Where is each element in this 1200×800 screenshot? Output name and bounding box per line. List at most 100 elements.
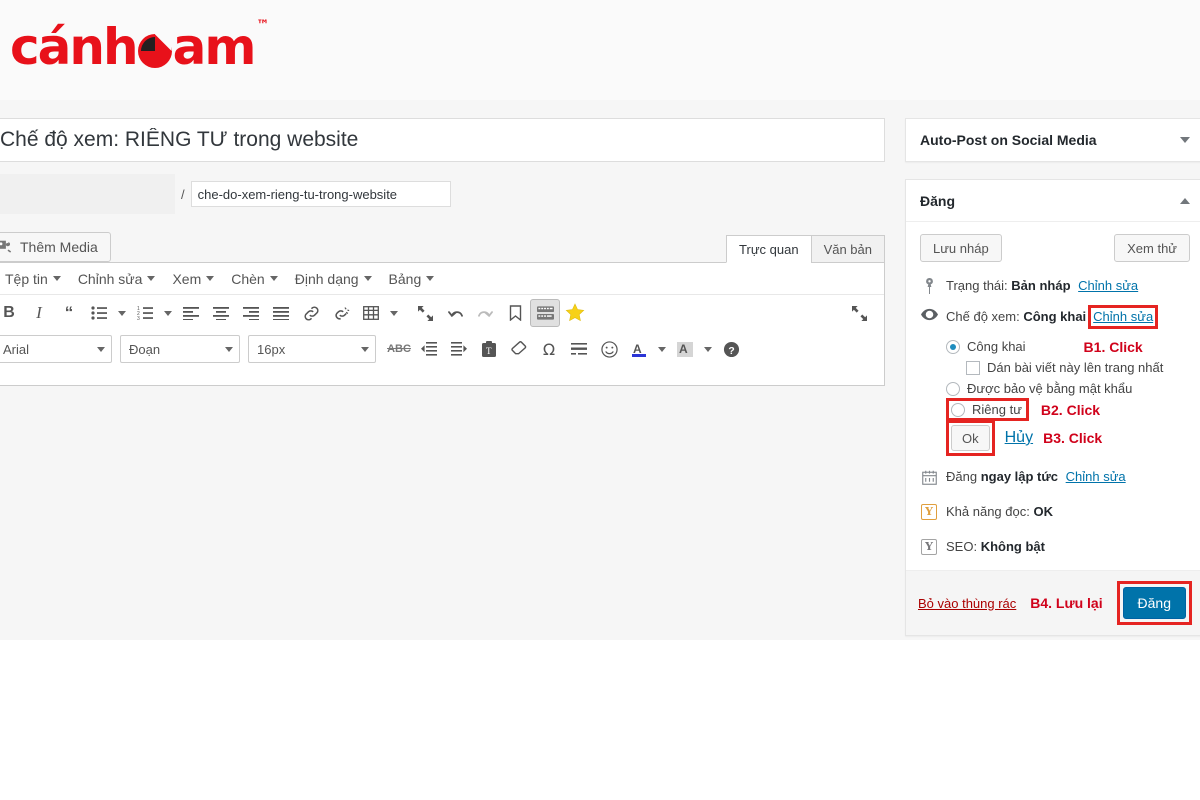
visibility-edit-link[interactable]: Chỉnh sửa [1093,308,1153,326]
metabox-social-header[interactable]: Auto-Post on Social Media [906,119,1200,161]
chevron-down-icon [147,276,156,281]
star-icon[interactable] [560,299,590,327]
emoji-icon[interactable] [594,335,624,363]
editor-expand-icon[interactable] [844,299,874,327]
align-left-icon[interactable] [176,299,206,327]
add-media-button[interactable]: Thêm Media [0,232,111,262]
bold-icon[interactable]: B [0,299,24,327]
tab-visual[interactable]: Trực quan [726,235,812,263]
readability-label: Khả năng đọc: [946,504,1030,519]
editor-menubar: Tệp tin Chỉnh sửa Xem Chèn Định dạng Bản… [0,263,884,295]
metabox-publish-header[interactable]: Đăng [906,180,1200,222]
toolbar-toggle-icon[interactable] [530,299,560,327]
menu-file[interactable]: Tệp tin [0,268,68,290]
tab-text[interactable]: Văn bản [810,235,885,263]
menu-table[interactable]: Bảng [382,268,442,290]
chevron-down-icon [363,276,372,281]
checkbox-sticky[interactable] [966,360,980,375]
seo-label: SEO: [946,539,978,554]
preview-button[interactable]: Xem thử [1114,234,1190,262]
table-icon[interactable] [356,299,386,327]
visibility-cancel-link[interactable]: Hủy [1005,429,1033,447]
paste-as-text-icon[interactable]: T [474,335,504,363]
chevron-down-icon [269,276,278,281]
annotation-b3: B3. Click [1043,430,1103,446]
indent-icon[interactable] [444,335,474,363]
visibility-row-text: Chế độ xem: Công khai Chỉnh sửa [946,305,1159,329]
readability-row-text: Khả năng đọc: OK [946,503,1053,521]
editor-content-area[interactable] [0,367,884,385]
logo-text-part2: am [172,18,257,76]
svg-text:T: T [486,346,492,356]
font-size-select[interactable]: 16px [248,335,376,363]
numbered-list-chevron-down-icon[interactable] [160,299,176,327]
status-row-text: Trạng thái: Bản nháp Chỉnh sửa [946,277,1138,295]
clear-formatting-icon[interactable] [504,335,534,363]
radio-private[interactable] [951,402,965,417]
menu-file-label: Tệp tin [5,270,48,287]
menu-table-label: Bảng [388,270,422,287]
numbered-list-icon[interactable]: 1 2 3 [130,299,160,327]
chevron-down-icon [225,346,233,352]
post-title-input[interactable] [0,118,885,162]
chevron-up-icon[interactable] [1180,197,1190,204]
align-center-icon[interactable] [206,299,236,327]
permalink-slug-input[interactable] [190,181,451,207]
publish-button[interactable]: Đăng [1122,587,1186,619]
table-chevron-down-icon[interactable] [386,299,402,327]
svg-text:A: A [679,342,688,356]
redo-icon[interactable] [470,299,500,327]
chevron-down-icon[interactable] [1180,137,1190,143]
highlight-color-chevron-down-icon[interactable] [700,335,716,363]
bullet-list-icon[interactable] [84,299,114,327]
private-option-highlight: Riêng tư [946,398,1029,421]
canheam-logo[interactable]: cánh am ™ [10,18,269,76]
media-and-tabs-row: Thêm Media Trực quan Văn bản [0,228,885,263]
menu-insert[interactable]: Chèn [224,268,284,290]
visibility-ok-button[interactable]: Ok [951,425,990,451]
visibility-options: Công khai B1. Click Dán bài viết này lên… [920,334,1190,421]
align-justify-icon[interactable] [266,299,296,327]
publish-button-highlight: Đăng [1116,581,1192,625]
strikethrough-icon[interactable]: ABC [384,335,414,363]
status-edit-link[interactable]: Chỉnh sửa [1078,278,1138,293]
help-icon[interactable]: ? [716,335,746,363]
visibility-option-public[interactable]: Công khai B1. Click [946,336,1190,357]
align-right-icon[interactable] [236,299,266,327]
text-color-chevron-down-icon[interactable] [654,335,670,363]
menu-edit[interactable]: Chỉnh sửa [71,268,163,290]
save-draft-button[interactable]: Lưu nháp [920,234,1002,262]
publish-misc-rows: Trạng thái: Bản nháp Chỉnh sửa Chế độ xe… [906,268,1200,560]
editor-toolbar-row-1: B I “ 1 2 3 [0,295,884,331]
fullscreen-icon[interactable] [410,299,440,327]
visibility-option-password[interactable]: Được bảo vệ bằng mật khẩu [946,378,1190,399]
bullet-list-chevron-down-icon[interactable] [114,299,130,327]
permalink-label-block [0,174,175,214]
status-label: Trạng thái: [946,278,1008,293]
move-to-trash-link[interactable]: Bỏ vào thùng rác [918,596,1016,611]
radio-public[interactable] [946,339,960,354]
font-family-select[interactable]: Arial [0,335,112,363]
text-color-icon[interactable]: A [624,335,654,363]
paragraph-format-value: Đoạn [129,341,161,357]
visibility-confirm-row: Ok Hủy B3. Click [920,420,1190,456]
italic-icon[interactable]: I [24,299,54,327]
menu-format[interactable]: Định dạng [288,268,379,290]
paragraph-format-select[interactable]: Đoạn [120,335,240,363]
radio-password[interactable] [946,381,960,396]
special-character-icon[interactable]: Ω [534,335,564,363]
blockquote-icon[interactable]: “ [54,299,84,327]
bookmark-icon[interactable] [500,299,530,327]
schedule-edit-link[interactable]: Chỉnh sửa [1066,469,1126,484]
visibility-option-private-row: Riêng tư B2. Click [946,398,1190,421]
schedule-value: ngay lập tức [980,469,1059,484]
sticky-checkbox-row[interactable]: Dán bài viết này lên trang nhất [946,357,1190,378]
outdent-icon[interactable] [414,335,444,363]
highlight-color-icon[interactable]: A [670,335,700,363]
unlink-icon[interactable] [326,299,356,327]
link-icon[interactable] [296,299,326,327]
logo-trademark: ™ [256,18,269,33]
menu-view[interactable]: Xem [165,268,221,290]
undo-icon[interactable] [440,299,470,327]
horizontal-rule-icon[interactable] [564,335,594,363]
